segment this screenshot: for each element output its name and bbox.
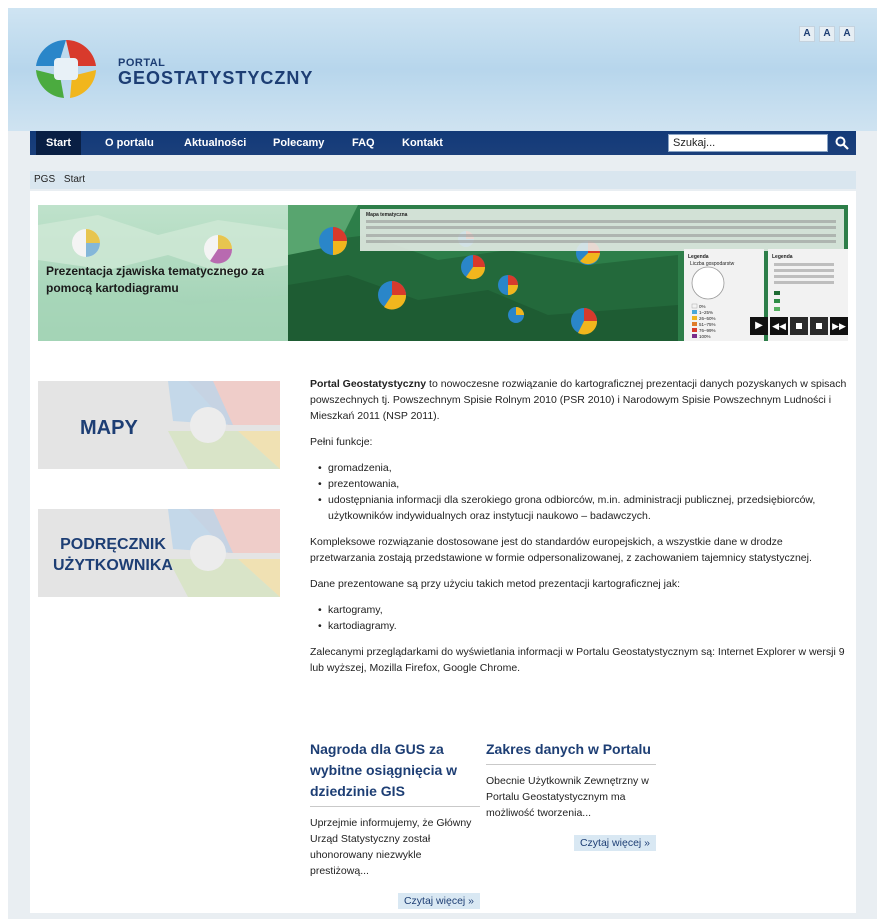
- breadcrumb-item-start[interactable]: Start: [64, 174, 85, 185]
- functions-heading: Pełni funkcje:: [310, 436, 373, 448]
- maps-button-graphic: [38, 381, 280, 469]
- nav-item-o-portalu[interactable]: O portalu: [105, 131, 154, 155]
- methods-list: kartogramy, kartodiagramy.: [310, 602, 850, 634]
- portal-logo[interactable]: [30, 36, 102, 100]
- intro-text: Portal Geostatystyczny to nowoczesne roz…: [310, 376, 850, 686]
- map-info-panel: [360, 209, 844, 251]
- svg-text:26–50%: 26–50%: [699, 316, 716, 321]
- read-more-link[interactable]: Czytaj więcej »: [573, 835, 656, 851]
- main-nav: Start O portalu Aktualności Polecamy FAQ…: [30, 131, 856, 155]
- list-item: udostępniania informacji dla szerokiego …: [318, 492, 850, 524]
- intro-paragraph: Portal Geostatystyczny to nowoczesne roz…: [310, 378, 847, 422]
- slide-dot-icon[interactable]: [790, 317, 808, 335]
- standards-paragraph: Kompleksowe rozwiązanie dostosowane jest…: [310, 536, 812, 564]
- nav-item-polecamy[interactable]: Polecamy: [273, 131, 324, 155]
- news-body: Obecnie Użytkownik Zewnętrzny w Portalu …: [486, 775, 649, 819]
- news-item-award: Nagroda dla GUS za wybitne osiągnięcia w…: [310, 739, 480, 909]
- list-item: kartogramy,: [318, 602, 850, 618]
- map-info-title: Mapa tematyczna: [366, 212, 408, 218]
- font-size-controls: A A A: [799, 26, 855, 42]
- svg-text:Legenda: Legenda: [688, 254, 709, 260]
- banner-caption-panel: Prezentacja zjawiska tematycznego za pom…: [38, 205, 288, 341]
- list-item: kartodiagramy.: [318, 618, 850, 634]
- maps-label: MAPY: [80, 417, 138, 439]
- banner-caption: Prezentacja zjawiska tematycznego za pom…: [46, 264, 265, 295]
- portal-name-bottom: GEOSTATYSTYCZNY: [118, 68, 314, 88]
- svg-text:51–75%: 51–75%: [699, 322, 716, 327]
- search-icon[interactable]: [833, 134, 851, 152]
- nav-item-faq[interactable]: FAQ: [352, 131, 375, 155]
- nav-item-kontakt[interactable]: Kontakt: [402, 131, 443, 155]
- svg-text:76–99%: 76–99%: [699, 328, 716, 333]
- news-title[interactable]: Zakres danych w Portalu: [486, 739, 656, 765]
- rewind-icon[interactable]: ◀◀: [770, 317, 788, 335]
- maps-button[interactable]: MAPY: [38, 381, 280, 469]
- list-item: gromadzenia,: [318, 460, 850, 476]
- banner-map-image: Mapa tematyczna Legenda Liczba gospodars…: [288, 205, 848, 341]
- main-content: Prezentacja zjawiska tematycznego za pom…: [30, 191, 856, 913]
- page-frame: PORTAL GEOSTATYSTYCZNY A A A Start O por…: [8, 8, 877, 919]
- list-item: prezentowania,: [318, 476, 850, 492]
- browsers-paragraph: Zalecanymi przeglądarkami do wyświetlani…: [310, 646, 845, 674]
- methods-heading: Dane prezentowane są przy użyciu takich …: [310, 578, 681, 590]
- fast-forward-icon[interactable]: ▶▶: [830, 317, 848, 335]
- search-input[interactable]: [668, 134, 828, 152]
- font-size-large-button[interactable]: A: [839, 26, 855, 42]
- banner-slider[interactable]: Prezentacja zjawiska tematycznego za pom…: [38, 205, 848, 341]
- breadcrumb: PGS Start: [30, 171, 856, 189]
- svg-text:Liczba gospodarstw: Liczba gospodarstw: [690, 261, 735, 267]
- nav-item-aktualnosci[interactable]: Aktualności: [184, 131, 246, 155]
- nav-item-start[interactable]: Start: [36, 131, 82, 155]
- slider-controls: ▶ ◀◀ ▶▶: [750, 317, 848, 335]
- slide-dot-icon[interactable]: [810, 317, 828, 335]
- news-title[interactable]: Nagroda dla GUS za wybitne osiągnięcia w…: [310, 739, 480, 807]
- svg-text:100%: 100%: [699, 334, 711, 339]
- functions-list: gromadzenia, prezentowania, udostępniani…: [310, 460, 850, 524]
- font-size-small-button[interactable]: A: [799, 26, 815, 42]
- svg-text:0%: 0%: [699, 304, 706, 309]
- play-icon[interactable]: ▶: [750, 317, 768, 335]
- font-size-medium-button[interactable]: A: [819, 26, 835, 42]
- news-item-data-scope: Zakres danych w Portalu Obecnie Użytkown…: [486, 739, 656, 851]
- header: PORTAL GEOSTATYSTYCZNY A A A: [8, 8, 877, 131]
- news-body: Uprzejmie informujemy, że Główny Urząd S…: [310, 817, 472, 877]
- user-manual-button[interactable]: PODRĘCZNIK UŻYTKOWNIKA: [38, 509, 280, 597]
- svg-text:Legenda: Legenda: [772, 254, 793, 260]
- user-manual-label: PODRĘCZNIK UŻYTKOWNIKA: [53, 536, 173, 574]
- breadcrumb-item-pgs[interactable]: PGS: [34, 174, 55, 185]
- svg-text:1–25%: 1–25%: [699, 310, 713, 315]
- read-more-link[interactable]: Czytaj więcej »: [397, 893, 480, 909]
